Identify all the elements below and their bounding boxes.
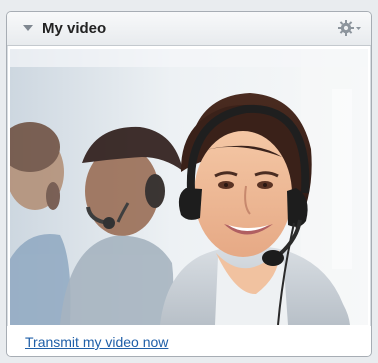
panel-title: My video [42, 20, 107, 37]
video-preview [10, 49, 368, 325]
video-preview-image [10, 49, 368, 325]
gear-icon [338, 20, 354, 36]
my-video-panel: My video Transmit my video now [6, 11, 372, 357]
panel-footer: Transmit my video now [7, 326, 371, 356]
transmit-video-link[interactable]: Transmit my video now [25, 334, 168, 350]
caret-down-icon [356, 27, 361, 30]
triangle-down-icon[interactable] [21, 21, 35, 35]
panel-header: My video [7, 12, 371, 46]
settings-menu-button[interactable] [337, 19, 363, 37]
